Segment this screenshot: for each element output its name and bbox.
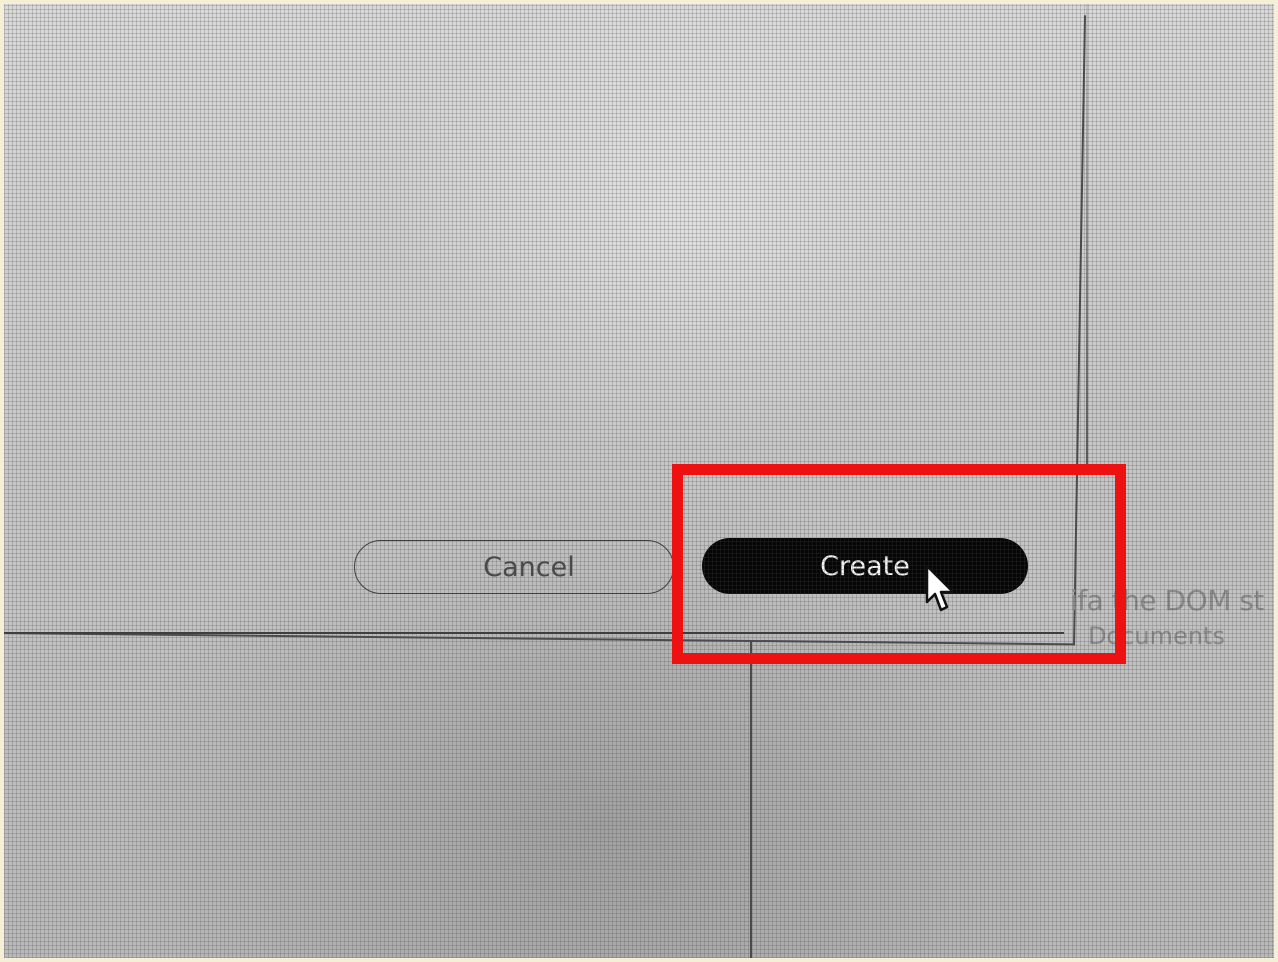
pane-divider (750, 640, 752, 958)
cancel-button[interactable]: Cancel (354, 540, 674, 594)
dialog-right-edge (1086, 4, 1088, 464)
highlight-box (672, 464, 1126, 664)
photo-frame: ifa the DOM st Documents Cancel Create (4, 4, 1274, 958)
arrow-pointer-icon (925, 564, 955, 612)
